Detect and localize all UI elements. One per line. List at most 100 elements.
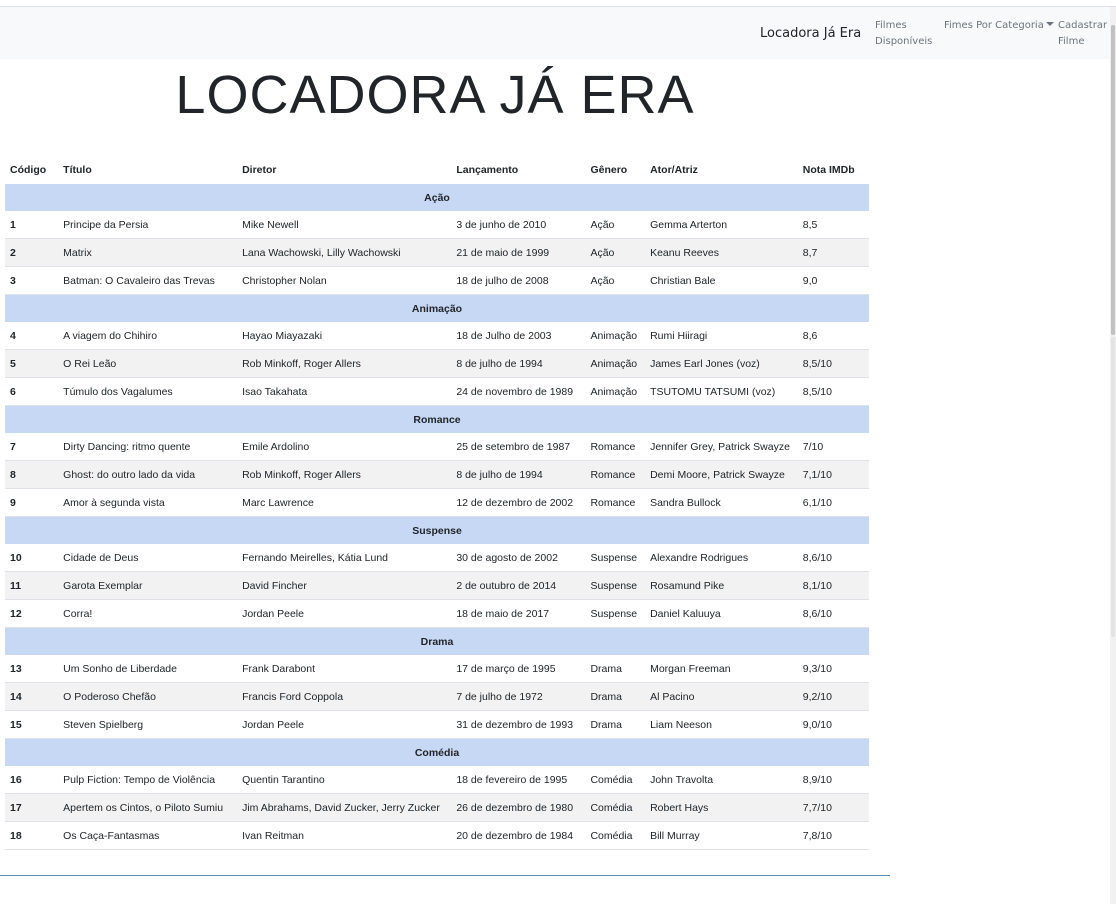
table-cell: Batman: O Cavaleiro das Trevas [58, 266, 238, 295]
table-row: 6 Túmulo dos Vagalumes Isao Takahata 24 de … [5, 377, 869, 406]
table-cell: Bill Murray [645, 821, 798, 850]
table-cell: James Earl Jones (voz) [645, 349, 798, 378]
nav-dropdown-categoria[interactable]: Fimes Por Categoria [944, 18, 1054, 34]
nav-link-line: Filme [1058, 36, 1085, 47]
table-cell: 18 de fevereiro de 1995 [451, 766, 586, 794]
table-cell: 13 [5, 655, 59, 683]
table-cell: 9,2/10 [797, 682, 869, 711]
table-row: 17 Apertem os Cintos, o Piloto Sumiu Jim A… [5, 793, 869, 822]
table-row: 13 Um Sonho de Liberdade Frank Darabont 17 … [5, 655, 869, 683]
table-cell: Demi Moore, Patrick Swayze [645, 460, 798, 489]
navbar: Locadora Já Era Filmes Disponíveis Fimes… [0, 7, 1110, 59]
table-cell: 8,6/10 [797, 599, 869, 628]
table-cell: 3 de junho de 2010 [451, 211, 586, 239]
table-cell: Comédia [585, 793, 646, 822]
table-cell: 7,8/10 [797, 821, 869, 850]
table-cell: Pulp Fiction: Tempo de Violência [58, 766, 238, 794]
table-cell: Jordan Peele [237, 710, 452, 739]
category-label: Comédia [5, 738, 869, 766]
table-cell: David Fincher [237, 571, 452, 600]
table-row: 2 Matrix Lana Wachowski, Lilly Wachowski 21… [5, 238, 869, 267]
table-cell: 18 [5, 821, 59, 850]
table-cell: 7 de julho de 1972 [451, 682, 586, 711]
table-cell: Romance [585, 433, 646, 461]
table-cell: 8 [5, 460, 59, 489]
table-cell: Romance [585, 488, 646, 517]
table-cell: Ivan Reitman [237, 821, 452, 850]
table-cell: 17 [5, 793, 59, 822]
table-row: 7 Dirty Dancing: ritmo quente Emile Ardoli… [5, 433, 869, 461]
table-cell: 30 de agosto de 2002 [451, 544, 586, 572]
table-cell: Lana Wachowski, Lilly Wachowski [237, 238, 452, 267]
table-cell: Animação [585, 349, 646, 378]
table-row: 11 Garota Exemplar David Fincher 2 de outub… [5, 571, 869, 600]
table-cell: Animação [585, 322, 646, 350]
table-cell: 2 de outubro de 2014 [451, 571, 586, 600]
table-cell: Um Sonho de Liberdade [58, 655, 238, 683]
table-cell: Christian Bale [645, 266, 798, 295]
table-cell: Al Pacino [645, 682, 798, 711]
table-cell: Os Caça-Fantasmas [58, 821, 238, 850]
table-row: 14 O Poderoso Chefão Francis Ford Coppola 7… [5, 682, 869, 711]
table-cell: 6,1/10 [797, 488, 869, 517]
table-cell: 8,5/10 [797, 349, 869, 378]
table-cell: Animação [585, 377, 646, 406]
table-cell: 8,5 [797, 211, 869, 239]
table-cell: Rob Minkoff, Roger Allers [237, 349, 452, 378]
table-header-row: Código Título Diretor Lançamento Gênero Ator/… [5, 156, 869, 184]
table-row: 4A viagem do Chihiro Hayao Miayazaki 18 de… [5, 322, 869, 350]
table-cell: 17 de março de 1995 [451, 655, 586, 683]
column-header: Lançamento [456, 164, 519, 176]
table-cell: Marc Lawrence [237, 488, 452, 517]
table-row: 16 Pulp Fiction: Tempo de Violência Quenti… [5, 766, 869, 794]
column-header: Código [10, 164, 47, 176]
table-cell: Suspense [585, 571, 646, 600]
scrollbar-thumb[interactable] [1111, 25, 1115, 335]
table-cell: Francis Ford Coppola [237, 682, 452, 711]
table-cell: 2 [5, 238, 59, 267]
table-cell: 20 de dezembro de 1984 [451, 821, 586, 850]
table-cell: Apertem os Cintos, o Piloto Sumiu [58, 793, 238, 822]
category-label: Romance [5, 405, 869, 433]
table-cell: Garota Exemplar [58, 571, 238, 600]
table-cell: 9,0/10 [797, 710, 869, 739]
table-cell: 7/10 [797, 433, 869, 461]
table-cell: 9 [5, 488, 59, 517]
table-cell: Drama [585, 682, 646, 711]
nav-link-cadastrar-filme[interactable]: Cadastrar Filme [1058, 18, 1108, 50]
column-header: Diretor [242, 164, 277, 176]
table-cell: 18 de maio de 2017 [451, 599, 586, 628]
page-scrollbar[interactable] [1110, 7, 1116, 904]
table-cell: Mike Newell [237, 211, 452, 239]
table-cell: Jennifer Grey, Patrick Swayze [645, 433, 798, 461]
column-header: Nota IMDb [802, 164, 855, 176]
table-cell: Liam Neeson [645, 710, 798, 739]
table-cell: Rosamund Pike [645, 571, 798, 600]
table-cell: 11 [5, 571, 59, 600]
table-cell: 1 [5, 211, 59, 239]
movies-table: Código Título Diretor Lançamento Gênero Ator/… [5, 156, 869, 850]
page-title: LOCADORA JÁ ERA [175, 65, 695, 125]
table-cell: 24 de novembro de 1989 [451, 377, 586, 406]
table-cell: Rob Minkoff, Roger Allers [237, 460, 452, 489]
table-cell: Drama [585, 655, 646, 683]
table-cell: 9,0 [797, 266, 869, 295]
caret-down-icon [1045, 22, 1054, 26]
table-cell: 8 de julho de 1994 [451, 349, 586, 378]
table-cell: Jim Abrahams, David Zucker, Jerry Zucker [237, 793, 452, 822]
category-label: Drama [5, 627, 869, 655]
table-cell: 8,6/10 [797, 544, 869, 572]
category-label: Suspense [5, 516, 869, 544]
table-cell: 31 de dezembro de 1993 [451, 710, 586, 739]
nav-link-filmes-disponiveis[interactable]: Filmes Disponíveis [875, 18, 937, 50]
table-cell: 18 de julho de 2008 [451, 266, 586, 295]
navbar-brand[interactable]: Locadora Já Era [760, 26, 861, 41]
table-cell: Daniel Kaluuya [645, 599, 798, 628]
category-row: Romance [5, 405, 869, 433]
browser-top-edge [0, 0, 1116, 7]
table-cell: Jordan Peele [237, 599, 452, 628]
table-row: 9 Amor à segunda vista Marc Lawrence 12 de … [5, 488, 869, 517]
table-cell: 18 de Julho de 2003 [451, 322, 586, 350]
table-cell: Steven Spielberg [58, 710, 238, 739]
table-cell: Ação [585, 238, 646, 267]
